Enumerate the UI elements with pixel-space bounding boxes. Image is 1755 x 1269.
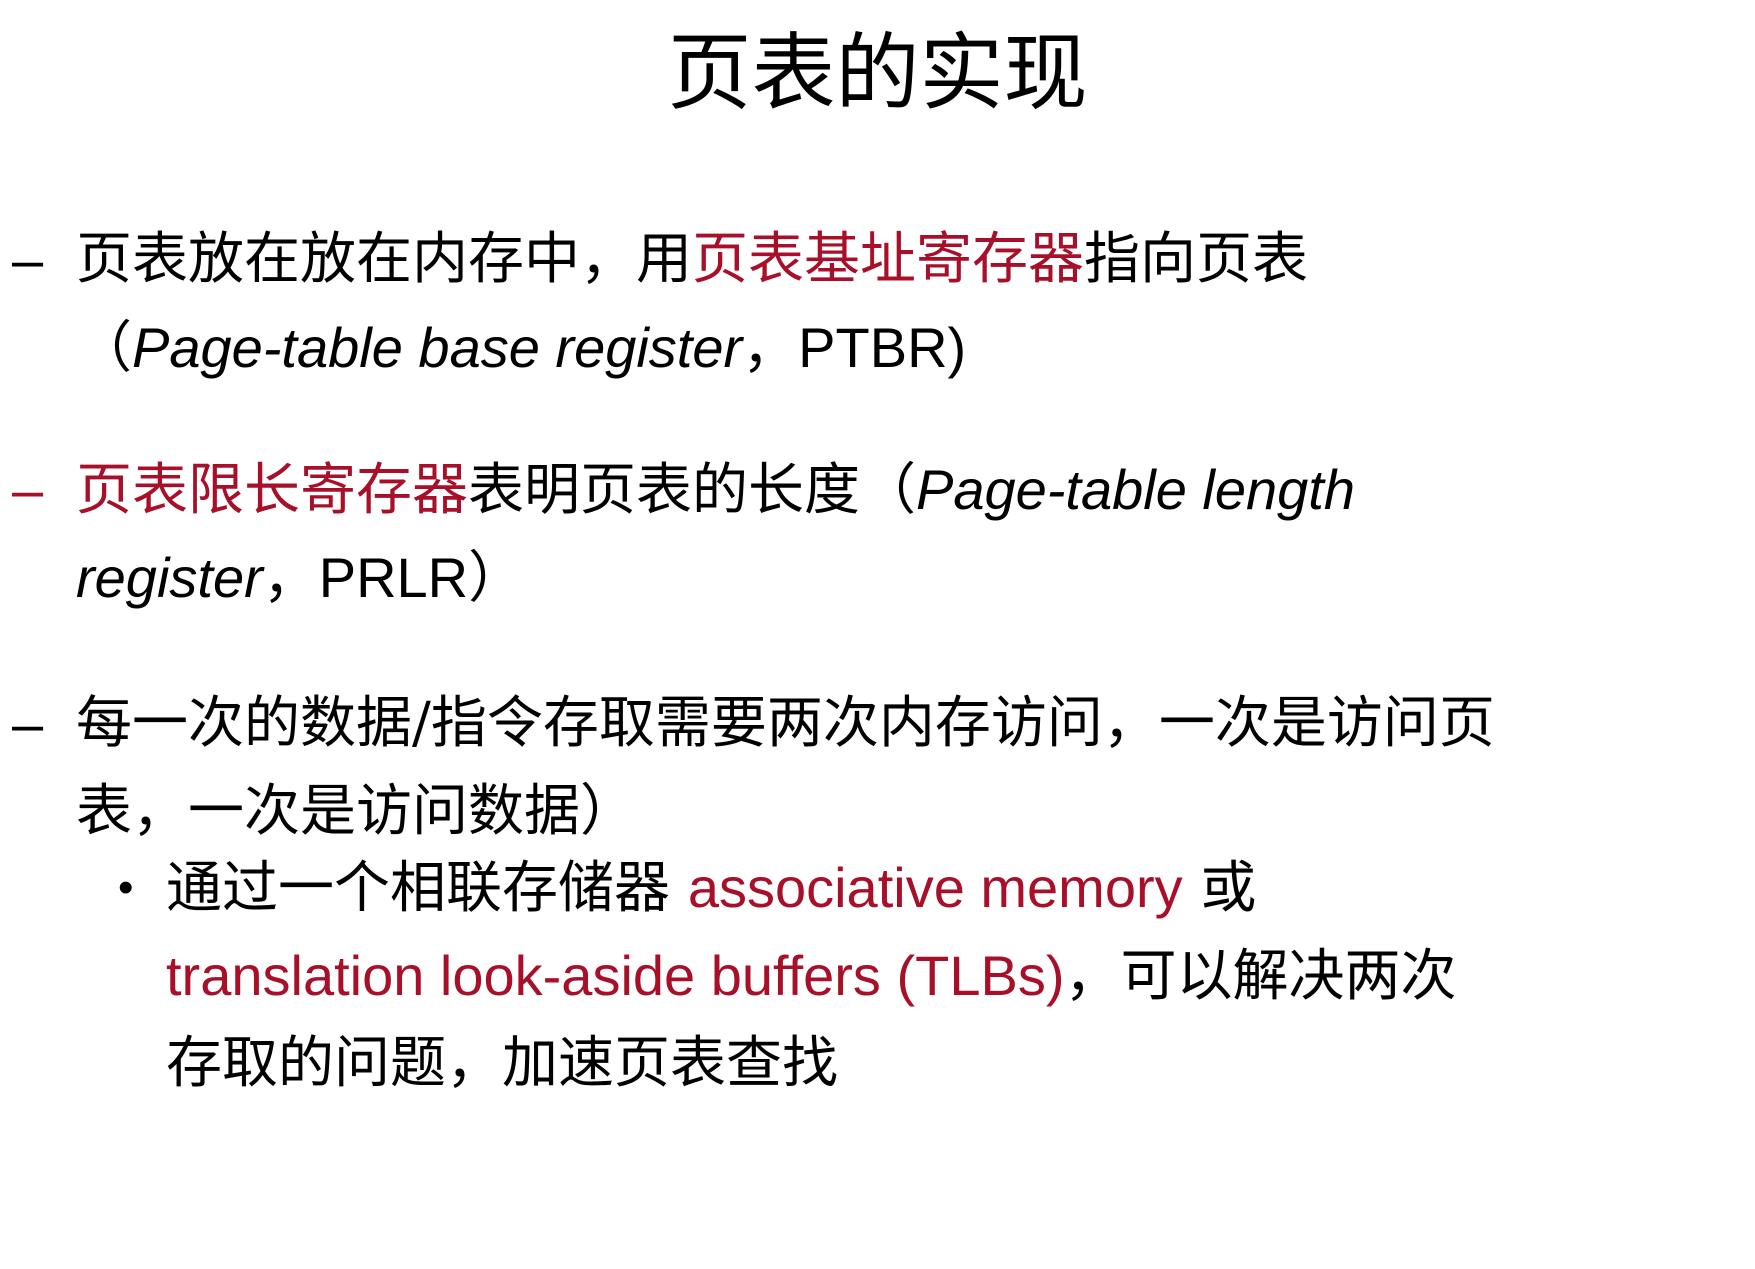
- slide-title: 页表的实现: [667, 24, 1088, 122]
- text-line: （Page-table base register，PTBR): [76, 304, 1736, 392]
- text-segment: ，: [742, 316, 799, 381]
- text-segment: ）: [468, 546, 525, 611]
- text-segment: ，: [262, 546, 319, 611]
- text-line: 存取的问题，加速页表查找: [166, 1031, 838, 1096]
- dash-marker: –: [12, 692, 44, 755]
- list-item-text: 每一次的数据/指令存取需要两次内存访问，一次是访问页 表，一次是访问数据）: [76, 680, 1736, 856]
- dash-marker: –: [12, 228, 44, 291]
- english-term: Page-table base register: [132, 316, 743, 379]
- text-segment: 表明页表的长度（: [468, 458, 916, 523]
- text-line: 通过一个相联存储器 associative memory 或: [166, 844, 1746, 932]
- text-line: 页表限长寄存器表明页表的长度（Page-table length: [76, 446, 1736, 534]
- sub-item-text: 通过一个相联存储器 associative memory 或 translati…: [166, 844, 1746, 1108]
- highlight-term: translation look-aside buffers (TLBs): [166, 944, 1065, 1007]
- text-line: 每一次的数据/指令存取需要两次内存访问，一次是访问页: [76, 691, 1495, 756]
- abbreviation: PTBR): [798, 316, 967, 379]
- english-term: register: [76, 546, 263, 609]
- text-segment: ，可以解决两次: [1064, 944, 1457, 1009]
- text-segment: 页表放在放在内存中，用: [76, 227, 692, 292]
- highlight-term: 页表限长寄存器: [76, 458, 468, 523]
- text-segment: 或: [1182, 856, 1257, 921]
- text-line: 页表放在放在内存中，用页表基址寄存器指向页表: [76, 216, 1736, 304]
- highlight-term: 页表基址寄存器: [692, 227, 1084, 292]
- list-item-text: 页表放在放在内存中，用页表基址寄存器指向页表 （Page-table base …: [76, 216, 1736, 392]
- bullet-marker: •: [118, 863, 134, 912]
- text-line: register，PRLR）: [76, 534, 1736, 622]
- text-segment: （: [76, 316, 132, 381]
- text-line: translation look-aside buffers (TLBs)，可以…: [166, 932, 1746, 1020]
- highlight-term: associative memory: [687, 856, 1183, 919]
- text-line: 表，一次是访问数据）: [76, 779, 636, 844]
- dash-marker: –: [12, 458, 44, 521]
- list-item-text: 页表限长寄存器表明页表的长度（Page-table length registe…: [76, 446, 1736, 622]
- text-segment: 通过一个相联存储器: [166, 856, 688, 921]
- slide: 页表的实现 – 页表放在放在内存中，用页表基址寄存器指向页表 （Page-tab…: [0, 0, 1755, 1269]
- english-term: Page-table length: [916, 458, 1356, 521]
- text-segment: 指向页表: [1084, 227, 1308, 292]
- abbreviation: PRLR: [318, 546, 469, 609]
